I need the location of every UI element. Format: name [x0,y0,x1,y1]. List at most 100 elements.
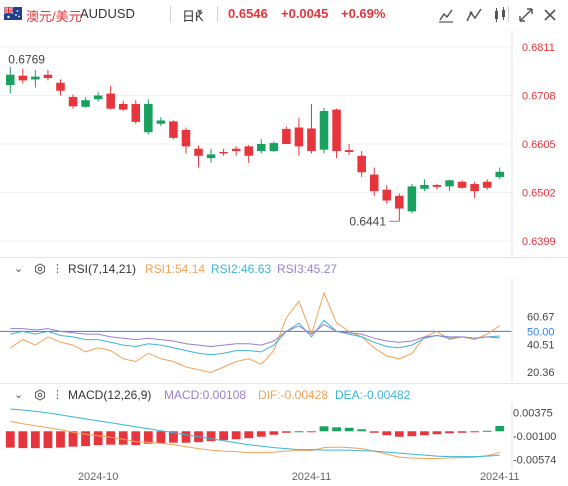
y-tick-label: 0.6811 [522,42,555,54]
candle-body [332,109,341,152]
macd-y-tick: -0.00100 [513,431,556,443]
candle-body [257,144,266,152]
collapse-icon[interactable]: ⌄ [14,388,23,401]
macd-bar [357,429,367,432]
flag-icon [4,7,22,20]
macd-bar [68,431,78,447]
x-tick-label: 2024-10 [78,471,118,483]
candle-body [482,181,492,188]
candle-body [18,75,28,81]
indicator-icon[interactable] [464,5,484,25]
macd-bar [131,431,141,446]
rsi-y-tick: 20.36 [527,367,555,379]
more-icon[interactable]: ⋮ [52,388,63,401]
candle-body [244,146,253,156]
macd-bar [156,431,166,444]
macd-chart[interactable]: 0.00375 -0.00100 -0.00574 2024-10 2024-11 202… [0,402,568,486]
macd-bar [319,426,329,432]
candle-body [369,174,379,192]
candle-body [495,171,504,177]
rsi-y-tick: 50.00 [527,326,555,338]
candle-body [395,195,404,209]
rsi2-legend: RSI2:46.63 [211,262,272,276]
rsi-y-tick: 40.51 [527,339,555,351]
macd-bar [281,431,291,433]
compare-icon[interactable] [490,5,510,25]
instrument-code: AUDUSD [80,6,135,21]
candle-body [344,150,354,153]
candle-body [357,155,366,173]
candle-body [169,121,178,138]
last-price: 0.6546 [228,6,268,21]
macd-bar [269,431,279,435]
more-icon[interactable]: ⋮ [52,262,63,275]
candle-body [68,96,78,107]
macd-bar [420,431,429,436]
macd-y-tick: 0.00375 [513,408,553,420]
candle-body [43,74,53,79]
macd-bar [457,431,467,433]
candle-body [269,143,279,152]
rsi-y-tick: 60.67 [527,312,555,324]
y-tick-label: 0.6399 [522,236,556,248]
macd-bar [256,431,266,437]
candle-body [106,93,115,109]
macd-bar [445,431,454,434]
candle-body [282,128,291,144]
macd-bar [369,431,379,433]
macd-bar [244,431,254,439]
rsi-chart[interactable]: 60.67 50.0040.51 20.36 [0,278,568,382]
macd-bar [30,431,40,449]
macd-bar [181,431,191,443]
dea-legend: DEA:-0.00482 [335,388,411,402]
close-icon[interactable] [540,5,560,25]
candle-body [231,148,241,152]
header-divider [508,6,509,22]
header-bar: 澳元/美元 AUDUSD 日K ▾ 0.6546 +0.0045 +0.69% [0,0,568,30]
dropdown-arrow-icon[interactable]: ▾ [197,7,202,18]
low-annotation: 0.6441 [349,214,386,228]
rsi-params: RSI(7,14,21) [68,262,137,276]
macd-y-tick: -0.00574 [513,455,556,467]
candle-body [294,127,304,147]
macd-bar [231,431,241,440]
x-tick-label: 2024-11 [292,471,332,483]
instrument-name: 澳元/美元 [26,9,82,24]
macd-bar [332,427,341,432]
panel-divider [0,383,568,384]
price-change: +0.0045 [281,6,329,21]
price-change-percent: +0.69% [341,6,386,21]
candle-body [382,189,392,201]
candle-body [432,184,442,187]
rsi1-legend: RSI1:54.14 [145,262,206,276]
expand-icon[interactable] [516,5,536,25]
candle-body [407,186,417,212]
candle-body [420,184,429,189]
collapse-icon[interactable]: ⌄ [14,262,23,275]
candle-body [307,128,316,152]
macd-bar [294,431,304,433]
chart-app: 澳元/美元 AUDUSD 日K ▾ 0.6546 +0.0045 +0.69% [0,0,568,486]
candle-body [181,129,191,147]
candle-body [457,181,467,188]
macd-bar [344,427,354,432]
candle-body [31,76,40,80]
settings-icon[interactable] [34,263,46,275]
candle-body [470,184,479,192]
high-annotation: 0.6769 [8,53,45,67]
macd-bar [307,431,316,433]
candle-body [131,103,141,122]
settings-icon[interactable] [34,389,46,401]
candle-body [219,152,228,154]
macd-bar [470,431,480,433]
price-chart[interactable]: 0.6811 0.6708 0.6605 0.6502 0.6399 0.6769 0.6… [0,30,568,258]
macd-legend: MACD:0.00108 [164,388,247,402]
macd-bar [219,431,229,441]
header-divider [170,6,171,22]
candle-body [156,120,166,124]
macd-bar [118,431,128,445]
rsi-line-rsi3 [10,323,500,348]
draw-icon[interactable] [436,5,456,25]
macd-bar [407,431,417,437]
rsi3-legend: RSI3:45.27 [277,262,338,276]
